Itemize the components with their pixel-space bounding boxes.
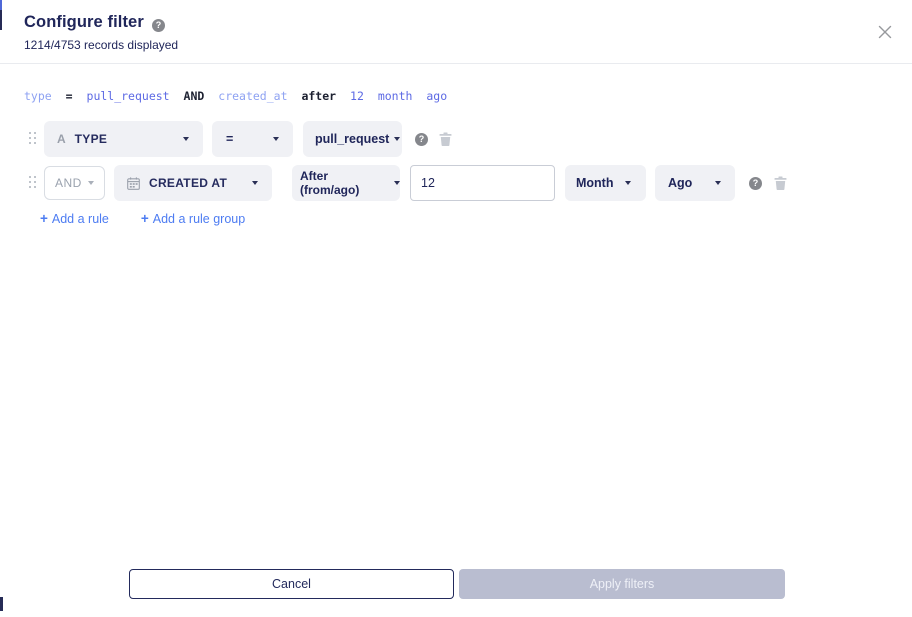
- chevron-down-icon: [715, 181, 721, 185]
- add-rule-group-label: Add a rule group: [153, 212, 245, 226]
- modal-title: Configure filter: [24, 13, 144, 32]
- apply-filters-button[interactable]: Apply filters: [459, 569, 785, 599]
- operator-dropdown[interactable]: After (from/ago): [292, 165, 400, 201]
- chevron-down-icon: [394, 137, 400, 141]
- value-dropdown[interactable]: pull_request: [303, 121, 402, 157]
- help-glyph: ?: [156, 21, 162, 30]
- chevron-down-icon: [273, 137, 279, 141]
- records-summary: 1214/4753 records displayed: [24, 38, 178, 52]
- filter-expression: type = pull_request AND created_at after…: [24, 89, 447, 103]
- expression-token-value: 12: [350, 89, 364, 103]
- page-edge-artifact: [0, 10, 2, 30]
- page-edge-artifact: [0, 597, 3, 611]
- chevron-down-icon: [252, 181, 258, 185]
- expression-token-value: month: [378, 89, 413, 103]
- operator-dropdown-label: =: [226, 132, 233, 146]
- chevron-down-icon: [88, 181, 94, 185]
- calendar-icon: [127, 177, 140, 190]
- field-dropdown-label: CREATED AT: [149, 176, 227, 190]
- expression-token-combinator: AND: [184, 89, 205, 103]
- close-icon[interactable]: [876, 23, 894, 41]
- combinator-dropdown[interactable]: AND: [44, 166, 105, 200]
- add-rule-button[interactable]: + Add a rule: [40, 211, 109, 226]
- operator-dropdown[interactable]: =: [212, 121, 293, 157]
- amount-input[interactable]: [410, 165, 555, 201]
- chevron-down-icon: [625, 181, 631, 185]
- field-dropdown[interactable]: CREATED AT: [114, 165, 272, 201]
- plus-icon: +: [40, 211, 48, 226]
- rule-help-icon[interactable]: ?: [749, 177, 762, 190]
- drag-handle-icon[interactable]: [29, 176, 38, 190]
- page-edge-artifact: [0, 0, 2, 10]
- value-dropdown-label: pull_request: [315, 132, 389, 146]
- expression-token-operator: =: [66, 89, 73, 103]
- unit-dropdown-label: Month: [576, 176, 613, 190]
- add-rule-label: Add a rule: [52, 212, 109, 226]
- unit-dropdown[interactable]: Month: [565, 165, 646, 201]
- delete-rule-icon[interactable]: [439, 132, 452, 146]
- operator-dropdown-label: After (from/ago): [300, 169, 390, 197]
- plus-icon: +: [141, 211, 149, 226]
- expression-token-value: pull_request: [87, 89, 170, 103]
- drag-handle-icon[interactable]: [29, 132, 38, 146]
- configure-filter-modal: Configure filter ? 1214/4753 records dis…: [0, 0, 912, 617]
- expression-token-operator: after: [301, 89, 336, 103]
- chevron-down-icon: [394, 181, 400, 185]
- expression-token-value: ago: [426, 89, 447, 103]
- expression-token-field: created_at: [218, 89, 287, 103]
- help-glyph: ?: [753, 179, 759, 188]
- rule-help-icon[interactable]: ?: [415, 133, 428, 146]
- add-actions: + Add a rule + Add a rule group: [40, 211, 245, 226]
- title-help-icon[interactable]: ?: [152, 19, 165, 32]
- header-divider: [0, 63, 912, 64]
- chevron-down-icon: [183, 137, 189, 141]
- string-type-icon: A: [57, 132, 66, 146]
- direction-dropdown[interactable]: Ago: [655, 165, 735, 201]
- delete-rule-icon[interactable]: [774, 176, 787, 190]
- combinator-dropdown-label: AND: [55, 176, 82, 190]
- field-dropdown-label: TYPE: [75, 132, 108, 146]
- help-glyph: ?: [419, 135, 425, 144]
- add-rule-group-button[interactable]: + Add a rule group: [141, 211, 245, 226]
- direction-dropdown-label: Ago: [668, 176, 692, 190]
- expression-token-field: type: [24, 89, 52, 103]
- cancel-button[interactable]: Cancel: [129, 569, 454, 599]
- field-dropdown[interactable]: A TYPE: [44, 121, 203, 157]
